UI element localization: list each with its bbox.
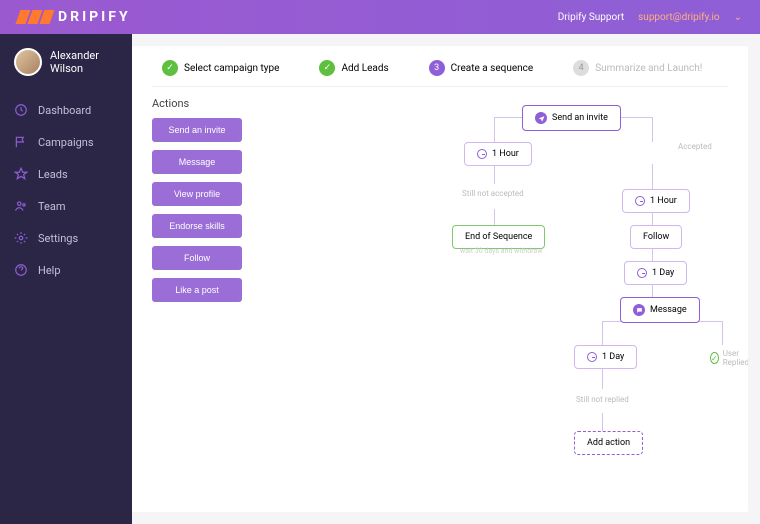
label-not-accepted: Still not accepted [462, 189, 524, 198]
logo: DRIPIFY [18, 9, 131, 25]
step-number: 3 [429, 60, 445, 76]
label-user-replied: ✓User Replied [710, 349, 748, 367]
actions-panel: Actions Send an invite Message View prof… [152, 97, 242, 512]
sidebar-item-team[interactable]: Team [0, 190, 132, 222]
action-send-invite[interactable]: Send an invite [152, 118, 242, 142]
username: AlexanderWilson [50, 49, 99, 75]
sidebar-item-campaigns[interactable]: Campaigns [0, 126, 132, 158]
step-3[interactable]: 3Create a sequence [429, 60, 534, 76]
sidebar-item-help[interactable]: Help [0, 254, 132, 286]
wizard-steps: ✓Select campaign type ✓Add Leads 3Create… [152, 60, 728, 87]
clock-icon [637, 268, 647, 278]
logo-mark-icon [18, 10, 52, 24]
chevron-down-icon[interactable]: ⌄ [734, 12, 742, 23]
label-not-replied: Still not replied [576, 395, 629, 404]
node-wait-r2[interactable]: 1 Day [624, 261, 687, 285]
invite-icon [535, 112, 547, 124]
action-follow[interactable]: Follow [152, 246, 242, 270]
step-2[interactable]: ✓Add Leads [319, 60, 388, 76]
logo-text: DRIPIFY [58, 9, 131, 25]
user-block[interactable]: AlexanderWilson [0, 48, 132, 94]
clock-icon [587, 352, 597, 362]
avatar [14, 48, 42, 76]
action-like-post[interactable]: Like a post [152, 278, 242, 302]
clock-icon [635, 196, 645, 206]
check-icon: ✓ [710, 352, 719, 364]
clock-icon [477, 149, 487, 159]
support-link[interactable]: Dripify Support [558, 12, 624, 23]
check-icon: ✓ [162, 60, 178, 76]
team-icon [14, 199, 28, 213]
topbar: DRIPIFY Dripify Support support@dripify.… [0, 0, 760, 34]
flag-icon [14, 135, 28, 149]
node-end-sequence[interactable]: End of Sequence [452, 225, 545, 249]
gear-icon [14, 231, 28, 245]
node-message[interactable]: Message [620, 297, 700, 323]
node-wait-left[interactable]: 1 Hour [464, 142, 532, 166]
action-view-profile[interactable]: View profile [152, 182, 242, 206]
node-follow[interactable]: Follow [630, 225, 682, 249]
node-wait-r1[interactable]: 1 Hour [622, 189, 690, 213]
message-icon [633, 304, 645, 316]
sidebar-item-dashboard[interactable]: Dashboard [0, 94, 132, 126]
sidebar-item-leads[interactable]: Leads [0, 158, 132, 190]
node-wait-r3[interactable]: 1 Day [574, 345, 637, 369]
label-accepted: Accepted [678, 142, 712, 151]
action-endorse-skills[interactable]: Endorse skills [152, 214, 242, 238]
step-4: 4Summarize and Launch! [573, 60, 702, 76]
main-panel: ✓Select campaign type ✓Add Leads 3Create… [132, 46, 748, 512]
action-message[interactable]: Message [152, 150, 242, 174]
sequence-canvas: Send an invite 1 Hour Still not accepted… [262, 97, 728, 512]
help-icon [14, 263, 28, 277]
step-1[interactable]: ✓Select campaign type [162, 60, 279, 76]
actions-title: Actions [152, 97, 242, 110]
support-email[interactable]: support@dripify.io [638, 12, 719, 23]
check-icon: ✓ [319, 60, 335, 76]
note-withdraw: wait 30 days and withdraw [460, 247, 542, 255]
star-icon [14, 167, 28, 181]
sidebar-item-settings[interactable]: Settings [0, 222, 132, 254]
node-add-action[interactable]: Add action [574, 431, 643, 455]
node-send-invite[interactable]: Send an invite [522, 105, 621, 131]
step-number: 4 [573, 60, 589, 76]
sidebar: AlexanderWilson Dashboard Campaigns Lead… [0, 34, 132, 524]
dashboard-icon [14, 103, 28, 117]
